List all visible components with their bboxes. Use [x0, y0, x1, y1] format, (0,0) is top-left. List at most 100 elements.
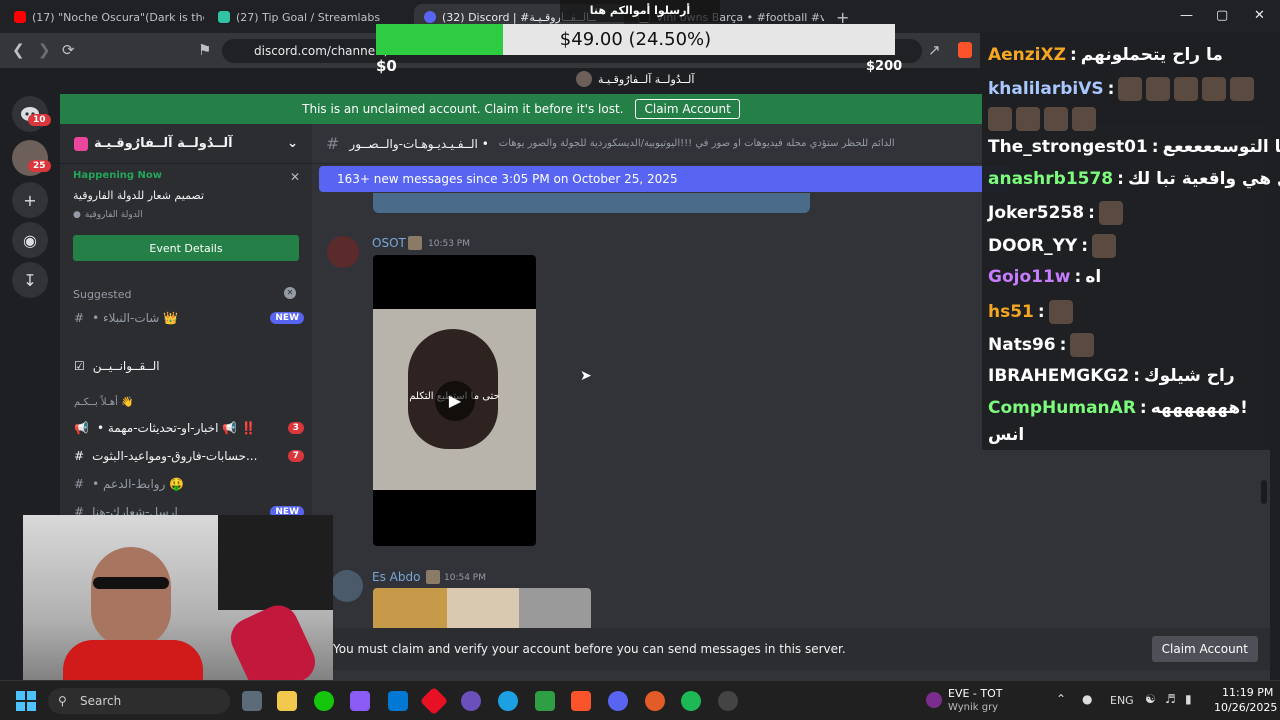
ea-icon[interactable] — [645, 691, 665, 711]
mouse-cursor: ➤ — [580, 368, 592, 384]
steam-icon[interactable] — [498, 691, 518, 711]
add-server-icon[interactable]: + — [12, 182, 48, 218]
channel-rules[interactable]: ☑ الــقــوانــيــن — [74, 354, 304, 378]
windows-start-icon[interactable] — [16, 691, 36, 711]
maximize-icon[interactable]: ▢ — [1216, 8, 1228, 23]
server-header[interactable]: آلــدُولــة آلــفارُوقـيـة ⌄ — [60, 124, 312, 164]
username[interactable]: OSOT — [372, 236, 406, 250]
search-icon: ⚲ — [58, 694, 67, 708]
chat-message: AenziXZ : ما راح يتحملونهم — [988, 45, 1223, 65]
discover-icon[interactable]: ◉ — [12, 222, 48, 258]
claim-account-button[interactable]: Claim Account — [635, 99, 740, 119]
chevron-down-icon[interactable]: ⌄ — [287, 136, 298, 151]
video-attachment[interactable]: حتى ما استطيع التكلم ▶ — [373, 255, 536, 546]
chat-message: khalilarbiVS : — [988, 77, 1255, 101]
channel-announcements[interactable]: 📢 • اخبار-او-تحديثات-مهمة 📢 ‼️ 3 — [74, 416, 304, 440]
donation-server-tag: آلــدُولــة آلــفارُوقـيـة — [576, 70, 716, 88]
channel-accounts[interactable]: # حسابات-فاروق-ومواعيد-البثوت... 7 — [74, 444, 304, 468]
streamer-face — [91, 547, 171, 647]
location-icon: ● — [73, 210, 81, 220]
emote-icon — [1048, 300, 1073, 324]
copilot-icon[interactable] — [350, 691, 370, 711]
play-icon[interactable]: ▶ — [435, 381, 475, 421]
wall-frame — [218, 515, 333, 610]
back-icon[interactable]: ❮ — [12, 41, 25, 59]
chat-username: The_strongest01 — [988, 137, 1148, 157]
chat-text: ما راح يتحملونهم — [1080, 45, 1223, 65]
xbox-icon[interactable] — [314, 691, 334, 711]
tab-youtube[interactable]: (17) "Noche Oscura"(Dark is the Nigh — [4, 4, 204, 30]
suggested-channel[interactable]: # • شات-النبلاء 👑 NEW — [74, 306, 304, 330]
whatsapp-icon[interactable] — [535, 691, 555, 711]
close-window-icon[interactable]: ✕ — [1254, 8, 1265, 23]
event-title: تصميم شعار للدولة الفاروقية — [73, 189, 205, 202]
emote-icon — [1118, 77, 1143, 101]
clock-date[interactable]: 10/26/2025 — [1214, 701, 1277, 714]
obs-icon[interactable] — [718, 691, 738, 711]
chevron-up-icon[interactable]: ⌃ — [1056, 692, 1066, 706]
clock-time[interactable]: 11:19 PM — [1222, 686, 1273, 699]
emote-icon — [1146, 77, 1171, 101]
chat-username: anashrb1578 — [988, 169, 1114, 189]
event-details-button[interactable]: Event Details — [73, 235, 299, 261]
share-icon[interactable]: ↗ — [928, 41, 941, 59]
emote-icon — [1044, 107, 1068, 131]
taskbar-search[interactable]: ⚲ Search — [48, 688, 230, 714]
previous-image-attachment[interactable] — [373, 193, 810, 213]
username[interactable]: Es Abdo — [372, 570, 420, 584]
microphone-icon[interactable]: ● — [1082, 692, 1092, 706]
avatar[interactable] — [331, 570, 363, 602]
game-widget[interactable]: EVE - TOT Wynik gry — [926, 687, 1066, 717]
chat-app-icon[interactable] — [461, 691, 481, 711]
role-icon — [408, 236, 422, 250]
avatar[interactable] — [327, 236, 359, 268]
spotify-icon[interactable] — [681, 691, 701, 711]
emote-icon — [1016, 107, 1040, 131]
dismiss-icon[interactable]: ✕ — [284, 287, 296, 299]
chat-username: khalilarbiVS — [988, 79, 1104, 99]
store-icon[interactable] — [388, 691, 408, 711]
forward-icon[interactable]: ❯ — [38, 41, 51, 59]
brave-icon[interactable] — [571, 691, 591, 711]
bookmark-icon[interactable]: ⚑ — [198, 41, 211, 59]
chat-message: Joker5258 : — [988, 201, 1123, 225]
chat-message: انس — [988, 425, 1024, 445]
task-view-icon[interactable] — [242, 691, 262, 711]
hash-icon: # — [74, 449, 85, 463]
server-avatar — [576, 71, 592, 87]
discord-taskbar-icon[interactable] — [608, 691, 628, 711]
battery-icon[interactable]: ▮ — [1185, 692, 1192, 706]
chat-message: DOOR_YY : — [988, 234, 1117, 258]
image-attachment[interactable] — [373, 588, 591, 628]
language-indicator[interactable]: ENG — [1110, 694, 1134, 707]
donation-goal-bar: $49.00 (24.50%) — [376, 24, 895, 55]
volume-icon[interactable]: ♬ — [1165, 692, 1176, 706]
scrollbar[interactable] — [1261, 480, 1267, 504]
channel-name: الــفـيـديـوهـات-والــصــور • — [349, 136, 489, 151]
reload-icon[interactable]: ⟳ — [62, 41, 75, 59]
chat-text: هههههههه! — [1150, 398, 1248, 418]
category-welcome[interactable]: أهـلاً بــكـم 👋 — [74, 390, 304, 414]
close-icon[interactable]: ✕ — [290, 170, 300, 184]
emote-icon — [1230, 77, 1255, 101]
channel-topic: الدائم للحظر ستؤدي محله فيديوهات او صور … — [498, 138, 895, 149]
wifi-icon[interactable]: ☯ — [1145, 692, 1156, 706]
chat-username: hs51 — [988, 302, 1034, 322]
new-messages-bar[interactable]: 163+ new messages since 3:05 PM on Octob… — [319, 166, 1009, 192]
windows-taskbar: ⚲ Search EVE - TOT Wynik gry ⌃ ● ENG ☯ ♬… — [0, 680, 1280, 720]
file-explorer-icon[interactable] — [277, 691, 297, 711]
chat-text: يا التوسعععععع — [1162, 137, 1280, 157]
rules-icon: ☑ — [74, 359, 85, 373]
download-icon[interactable]: ↧ — [12, 262, 48, 298]
app-icon[interactable] — [419, 686, 449, 716]
brave-shield-icon[interactable] — [958, 42, 972, 58]
emote-icon — [1072, 107, 1096, 131]
channel-support-links[interactable]: # • روابط-الدعم 🤑 — [74, 472, 304, 496]
minimize-icon[interactable]: — — [1180, 8, 1193, 23]
hash-icon: # — [326, 134, 340, 153]
chat-username: IBRAHEMGKG2 — [988, 366, 1130, 386]
server-boost-icon — [74, 136, 88, 151]
claim-account-button[interactable]: Claim Account — [1151, 636, 1258, 662]
server-badge: 25 — [28, 160, 51, 172]
chat-separator: : — [1139, 398, 1147, 418]
